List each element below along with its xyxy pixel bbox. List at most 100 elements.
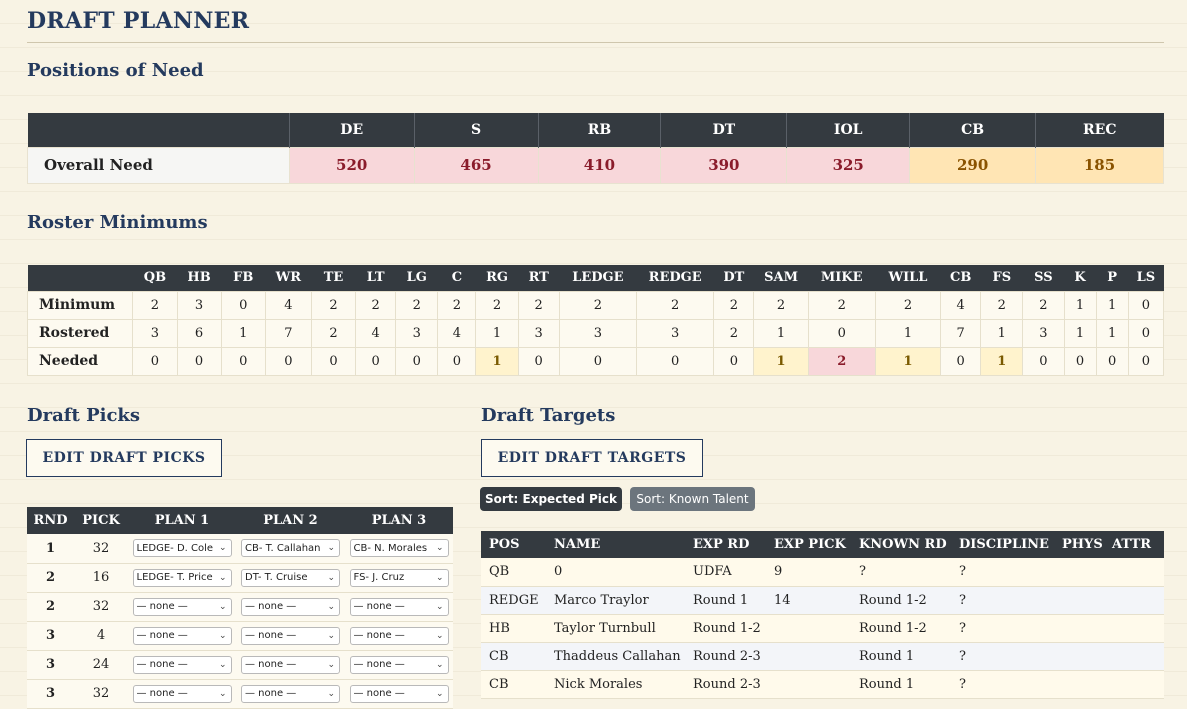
roster-corner-header [27,265,133,291]
roster-row-label: Minimum [26,290,134,320]
picks-header-pick: PICK [74,507,128,534]
target-exp-rd: Round 1 [685,586,766,615]
plan-select-value: CB- N. Morales [353,542,428,554]
roster-cell: 6 [176,318,222,348]
chevron-down-icon: ⌄ [327,572,335,583]
plan-1-select[interactable]: — none — ⌄ [132,655,232,674]
plan-2-select[interactable]: — none — ⌄ [241,626,340,645]
needs-header-iol: IOL [786,113,910,147]
plan-2-select[interactable]: — none — ⌄ [241,684,340,703]
needs-header-de: DE [288,113,415,147]
roster-cell: 2 [310,318,357,348]
plan-1-select[interactable]: LEDGE- D. Cole ⌄ [132,539,232,558]
roster-cell: 2 [475,290,519,320]
plan-1-select[interactable]: LEDGE- T. Price ⌄ [132,568,232,587]
plan-3-select[interactable]: FS- J. Cruz ⌄ [349,568,449,587]
plan-2-select[interactable]: — none — ⌄ [241,597,340,616]
roster-row-needed: Needed 0 0 0 0 0 0 0 0 1 0 0 0 0 1 2 1 0 1 0 0 0 0 [26,346,1165,376]
roster-cell: 2 [355,290,397,320]
target-exp-rd: Round 2-3 [685,670,766,699]
plan-select-value: — none — [136,630,188,641]
roster-cell: 0 [437,346,477,376]
roster-cell: 2 [753,290,809,320]
pick-number: 32 [74,679,128,709]
target-pos: QB [481,558,546,587]
target-row[interactable]: HB Taylor Turnbull Round 1-2 Round 1-2? [481,614,1164,643]
pick-round: 2 [27,563,74,593]
targets-header-exp-pick[interactable]: EXP PICK [766,531,851,558]
roster-header-rg: RG [475,265,519,291]
roster-minimums-table: QB HB FB WR TE LT LG C RG RT LEDGE REDGE DT SAM MIKE WI… [26,265,1165,376]
chevron-down-icon: ⌄ [218,688,227,699]
plan-1-select[interactable]: — none — ⌄ [132,597,232,616]
roster-cell: 2 [1022,290,1065,320]
plan-cell: — none — ⌄ [236,621,345,651]
needs-header-rec: REC [1035,113,1164,147]
targets-header-phys[interactable]: PHYS [1054,531,1104,558]
roster-cell: 0 [355,346,397,376]
roster-cell: 2 [980,290,1024,320]
targets-header-attr[interactable]: ATTR [1104,531,1164,558]
roster-cell: 2 [517,290,560,320]
chevron-down-icon: ⌄ [327,601,335,612]
plan-3-select[interactable]: — none — ⌄ [349,597,449,616]
sort-known-talent-button[interactable]: Sort: Known Talent [630,487,755,511]
roster-cell: 2 [636,290,715,320]
edit-draft-picks-button[interactable]: EDIT DRAFT PICKS [26,439,222,477]
roster-cell: 7 [264,318,312,348]
roster-cell: 2 [713,318,755,348]
needs-table: DE S RB DT IOL CB REC Overall Need 520 465 410 39… [27,113,1164,184]
roster-cell: 7 [940,318,982,348]
roster-header-cb: CB [940,265,981,291]
roster-cell: 1 [874,346,942,376]
roster-cell: 0 [176,346,222,376]
target-phys [1054,558,1104,587]
plan-3-select[interactable]: — none — ⌄ [349,655,449,674]
roster-row-label: Needed [26,346,134,376]
plan-1-select[interactable]: — none — ⌄ [132,684,232,703]
plan-2-select[interactable]: — none — ⌄ [241,655,340,674]
roster-cell: 2 [713,290,755,320]
roster-cell: 2 [132,290,178,320]
edit-draft-targets-button[interactable]: EDIT DRAFT TARGETS [481,439,703,477]
plan-3-select[interactable]: CB- N. Morales ⌄ [349,539,449,558]
needs-header-cb: CB [909,113,1036,147]
roster-header-c: C [437,265,476,291]
targets-header-pos[interactable]: POS [481,531,546,558]
target-phys [1054,614,1104,643]
target-row[interactable]: CB Thaddeus Callahan Round 2-3 Round 1? [481,642,1164,671]
target-row[interactable]: REDGE Marco Traylor Round 1 14 Round 1-2? [481,586,1164,615]
targets-header-exp-rd[interactable]: EXP RD [685,531,766,558]
picks-header-plan-2: PLAN 2 [236,507,345,534]
plan-3-select[interactable]: — none — ⌄ [349,684,449,703]
chevron-down-icon: ⌄ [218,543,227,554]
targets-header-name[interactable]: NAME [546,531,685,558]
plan-3-select[interactable]: — none — ⌄ [349,626,449,645]
sort-expected-pick-button[interactable]: Sort: Expected Pick [480,487,622,511]
plan-1-select[interactable]: — none — ⌄ [132,626,232,645]
target-pos: HB [481,614,546,643]
target-exp-pick [766,642,851,671]
pick-round: 3 [27,679,74,709]
targets-header-discipline[interactable]: DISCIPLINE [951,531,1054,558]
targets-header-known-rd[interactable]: KNOWN RD [851,531,951,558]
targets-heading: Draft Targets [481,405,616,426]
needs-header-s: S [413,113,539,147]
plan-2-select[interactable]: CB- T. Callahan ⌄ [241,539,340,558]
target-name: Marco Traylor [546,586,685,615]
plan-2-select[interactable]: DT- T. Cruise ⌄ [241,568,340,587]
target-exp-rd: UDFA [685,558,766,587]
need-value-rb: 410 [537,146,662,184]
plan-select-value: — none — [353,659,405,670]
needs-corner-header [27,113,290,147]
roster-cell: 3 [132,318,178,348]
plan-select-value: — none — [353,688,405,699]
roster-cell: 4 [264,290,312,320]
draft-targets-table: POS NAME EXP RD EXP PICK KNOWN RD DISCIPLINE P… [481,531,1164,699]
target-row[interactable]: QB 0 UDFA 9?? [481,558,1164,587]
roster-cell: 1 [980,346,1024,376]
target-row[interactable]: CB Nick Morales Round 2-3 Round 1? [481,670,1164,699]
plan-select-value: — none — [136,601,188,612]
target-name: Nick Morales [546,670,685,699]
plan-cell: — none — ⌄ [345,621,453,651]
